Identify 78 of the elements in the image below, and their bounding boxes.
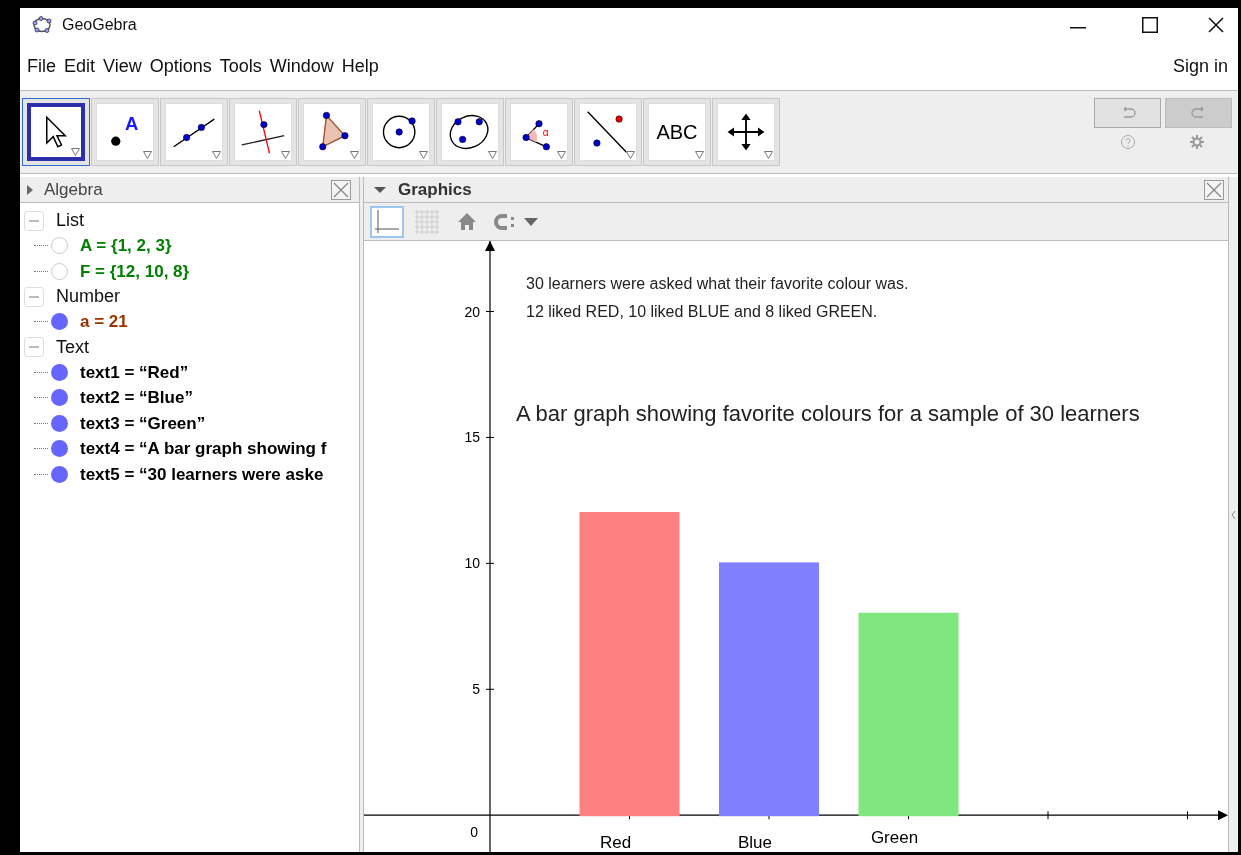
visibility-toggle[interactable] xyxy=(51,237,68,255)
algebra-entry[interactable]: F = {12, 10, 8} xyxy=(80,258,190,284)
tool-label: ABC xyxy=(656,120,698,145)
dropdown-triangle-icon[interactable] xyxy=(524,217,538,226)
app-logo-icon xyxy=(32,16,52,34)
algebra-entry[interactable]: text3 = “Green” xyxy=(80,410,206,436)
dropdown-triangle-icon xyxy=(281,151,290,159)
tool-button[interactable] xyxy=(574,98,642,166)
dropdown-triangle-icon xyxy=(419,151,428,159)
dropdown-triangle-icon xyxy=(212,151,221,159)
visibility-toggle[interactable] xyxy=(51,414,68,432)
tool-button[interactable] xyxy=(712,98,780,166)
dropdown-triangle-icon xyxy=(71,148,80,156)
panel-title: Graphics xyxy=(398,178,472,201)
tool-button[interactable] xyxy=(298,98,366,166)
menu-item[interactable]: Help xyxy=(338,52,382,80)
perpendicular-line-icon xyxy=(239,108,287,156)
axes-icon xyxy=(373,207,401,236)
dropdown-triangle-icon xyxy=(557,151,566,159)
dropdown-triangle-icon xyxy=(764,151,773,159)
menu-item[interactable]: Options xyxy=(146,52,215,80)
note-text: 12 liked RED, 10 liked BLUE and 8 liked GREEN. xyxy=(526,303,878,320)
algebra-entry[interactable]: a = 21 xyxy=(80,309,128,335)
category-label: List xyxy=(56,209,84,232)
close-icon[interactable] xyxy=(1208,17,1224,33)
visibility-toggle[interactable] xyxy=(51,313,68,331)
window-title: GeoGebra xyxy=(62,15,137,35)
view-button[interactable] xyxy=(370,205,404,238)
collapse-triangle-icon[interactable] xyxy=(26,184,34,195)
algebra-entry[interactable]: text2 = “Blue” xyxy=(80,385,193,411)
category-label: Red xyxy=(599,833,632,852)
visibility-toggle[interactable] xyxy=(51,465,68,483)
collapse-toggle[interactable] xyxy=(24,210,44,231)
dropdown-triangle-icon xyxy=(350,151,359,159)
category-label: Number xyxy=(56,285,121,308)
dropdown-triangle-icon xyxy=(695,151,704,159)
tool-button[interactable] xyxy=(22,98,90,166)
grid-icon xyxy=(413,207,441,236)
visibility-toggle[interactable] xyxy=(51,389,68,407)
settings-icon[interactable] xyxy=(1188,134,1205,150)
tick-label: 20 xyxy=(464,303,480,320)
panel-title: Algebra xyxy=(44,178,103,201)
algebra-entry[interactable]: text4 = “A bar graph showing f xyxy=(80,436,327,462)
category-label: Green xyxy=(870,828,919,848)
tool-button[interactable] xyxy=(160,98,228,166)
menu-item[interactable]: Window xyxy=(266,52,337,80)
tool-button[interactable]: ABC xyxy=(643,98,711,166)
minimize-icon[interactable] xyxy=(1070,27,1086,29)
category-label: Blue xyxy=(738,833,772,852)
tool-button[interactable]: A xyxy=(91,98,159,166)
visibility-toggle[interactable] xyxy=(51,440,68,458)
menu-item[interactable]: Tools xyxy=(216,52,265,80)
sign-in-link[interactable]: Sign in xyxy=(1172,52,1228,80)
tool-button[interactable] xyxy=(367,98,435,166)
tool-button[interactable] xyxy=(436,98,504,166)
maximize-icon[interactable] xyxy=(1142,17,1158,33)
algebra-entry[interactable]: text1 = “Red” xyxy=(80,359,189,385)
algebra-entry[interactable]: A = {1, 2, 3} xyxy=(80,233,172,259)
dropdown-triangle-icon xyxy=(143,151,152,159)
visibility-toggle[interactable] xyxy=(51,363,68,381)
collapse-toggle[interactable] xyxy=(24,337,44,357)
category-label: Text xyxy=(56,335,89,359)
note-text: 30 learners were asked what their favorite colour was. xyxy=(526,275,909,292)
visibility-toggle[interactable] xyxy=(51,262,68,280)
dropdown-triangle-icon xyxy=(626,151,635,159)
origin-label: 0 xyxy=(470,824,478,841)
menu-item[interactable]: Edit xyxy=(61,52,99,80)
tool-button[interactable]: α xyxy=(505,98,573,166)
collapse-toggle[interactable] xyxy=(24,286,44,307)
menu-item[interactable]: File xyxy=(24,52,59,80)
dropdown-triangle-icon xyxy=(488,151,497,159)
menu-item[interactable]: View xyxy=(100,52,145,80)
tick-label: 15 xyxy=(464,429,480,446)
chart-title: A bar graph showing favorite colours for a sample of 30 learners xyxy=(516,401,1140,426)
algebra-entry[interactable]: text5 = “30 learners were aske xyxy=(80,461,324,487)
tick-label: 10 xyxy=(464,555,480,572)
collapse-triangle-icon[interactable] xyxy=(374,185,386,194)
tick-label: 5 xyxy=(472,681,480,698)
